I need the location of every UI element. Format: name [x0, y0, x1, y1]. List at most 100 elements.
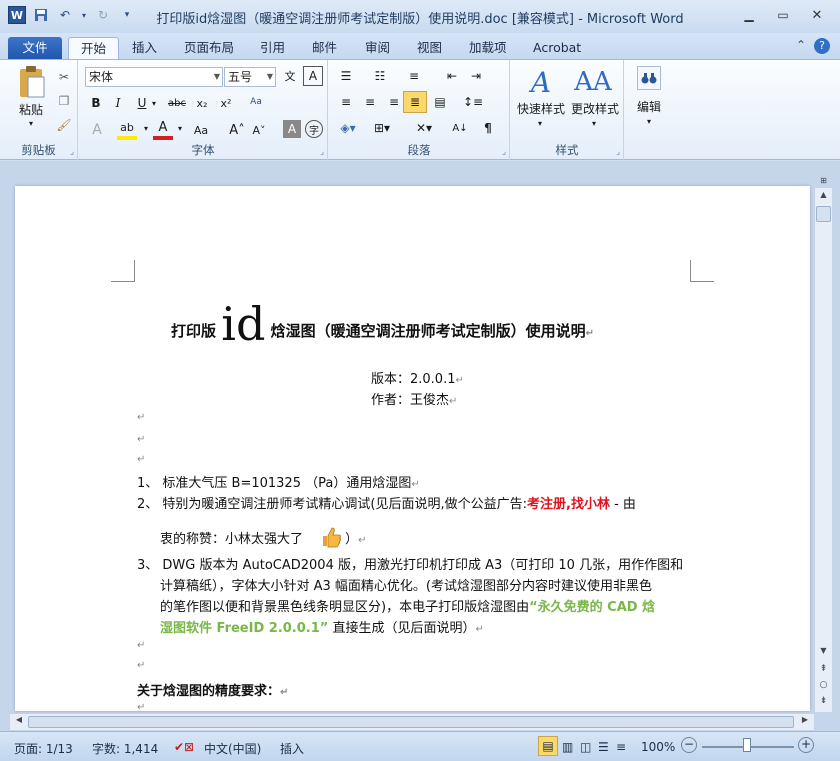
- zoom-level[interactable]: 100%: [641, 740, 675, 754]
- tab-insert[interactable]: 插入: [120, 37, 169, 60]
- minimize-ribbon-icon[interactable]: ⌃: [796, 38, 806, 54]
- font-name-combo[interactable]: 宋体 ▼: [85, 67, 223, 87]
- align-left-icon[interactable]: ≡: [335, 92, 357, 112]
- paste-label[interactable]: 粘贴: [14, 101, 48, 117]
- scroll-down-icon[interactable]: ▼: [816, 646, 831, 660]
- paragraph-launcher-icon[interactable]: ⌟: [502, 147, 506, 156]
- next-page-icon[interactable]: ⇟: [816, 696, 831, 710]
- grow-font-icon[interactable]: A˄: [227, 120, 247, 140]
- tab-review[interactable]: 审阅: [353, 37, 402, 60]
- vertical-scrollbar[interactable]: ⊞ ▲ ▼ ⇞ ○ ⇟: [814, 176, 832, 712]
- zoom-out-icon[interactable]: −: [681, 737, 697, 753]
- document-page[interactable]: 打印版 id 焓湿图（暖通空调注册师考试定制版）使用说明↵ 版本：2.0.0.1…: [15, 186, 810, 711]
- web-layout-icon[interactable]: ◫: [580, 740, 591, 754]
- format-painter-icon[interactable]: 🖌: [55, 116, 73, 134]
- change-case-icon[interactable]: Aa: [189, 120, 213, 140]
- subscript-icon[interactable]: x₂: [193, 94, 211, 112]
- borders-icon[interactable]: ⊞▾: [369, 118, 395, 138]
- clear-formatting-icon[interactable]: Aa: [245, 92, 267, 112]
- character-border-icon[interactable]: A: [303, 66, 323, 86]
- editing-label[interactable]: 编辑: [627, 98, 671, 114]
- clipboard-launcher-icon[interactable]: ⌟: [70, 147, 74, 156]
- character-shading-icon[interactable]: A: [283, 120, 301, 138]
- page-count[interactable]: 页面: 1/13: [14, 740, 73, 757]
- sort-icon[interactable]: A↓: [449, 118, 471, 138]
- tab-page-layout[interactable]: 页面布局: [172, 37, 246, 60]
- ruler-toggle-icon[interactable]: ⊞: [817, 176, 830, 187]
- scroll-up-icon[interactable]: ▲: [816, 190, 831, 204]
- change-styles-dropdown-icon[interactable]: ▾: [587, 118, 601, 128]
- justify-icon[interactable]: ≣: [403, 91, 427, 113]
- minimize-icon[interactable]: ▁: [734, 6, 764, 24]
- line-spacing-icon[interactable]: ↕≡: [461, 92, 485, 112]
- shrink-font-icon[interactable]: A˅: [249, 120, 269, 140]
- bullets-icon[interactable]: ☰: [335, 66, 357, 86]
- language-indicator[interactable]: 中文(中国): [204, 740, 261, 757]
- tab-home[interactable]: 开始: [68, 37, 120, 60]
- draft-icon[interactable]: ≡: [616, 740, 626, 754]
- align-center-icon[interactable]: ≡: [359, 92, 381, 112]
- outline-icon[interactable]: ☰: [598, 740, 609, 754]
- bold-icon[interactable]: B: [87, 94, 105, 112]
- font-color-dropdown-icon[interactable]: ▾: [175, 118, 185, 138]
- underline-dropdown-icon[interactable]: ▾: [149, 94, 159, 112]
- paste-icon[interactable]: [14, 65, 48, 99]
- superscript-icon[interactable]: x²: [217, 94, 235, 112]
- cut-icon[interactable]: ✂: [55, 68, 73, 86]
- help-icon[interactable]: ?: [814, 38, 830, 54]
- previous-page-icon[interactable]: ⇞: [816, 664, 831, 678]
- maximize-icon[interactable]: ▭: [768, 6, 798, 24]
- tab-acrobat[interactable]: Acrobat: [521, 37, 593, 60]
- word-count[interactable]: 字数: 1,414: [92, 740, 158, 757]
- chinese-layout-icon[interactable]: ✕▾: [411, 118, 437, 138]
- change-styles-icon[interactable]: AA: [574, 64, 612, 100]
- enclose-characters-icon[interactable]: 字: [305, 120, 323, 138]
- styles-launcher-icon[interactable]: ⌟: [616, 147, 620, 156]
- copy-icon[interactable]: ❐: [55, 92, 73, 110]
- insert-mode[interactable]: 插入: [280, 740, 304, 757]
- scroll-right-icon[interactable]: ▶: [798, 715, 812, 729]
- highlight-dropdown-icon[interactable]: ▾: [141, 118, 151, 138]
- italic-icon[interactable]: I: [109, 94, 127, 112]
- quick-styles-dropdown-icon[interactable]: ▾: [533, 118, 547, 128]
- tab-addins[interactable]: 加载项: [457, 37, 519, 60]
- align-right-icon[interactable]: ≡: [383, 92, 405, 112]
- font-size-combo[interactable]: 五号 ▼: [224, 67, 276, 87]
- close-icon[interactable]: ✕: [802, 6, 832, 24]
- tab-mailings[interactable]: 邮件: [300, 37, 349, 60]
- zoom-slider-thumb[interactable]: [743, 738, 751, 752]
- decrease-indent-icon[interactable]: ⇤: [441, 66, 463, 86]
- horizontal-scroll-thumb[interactable]: [28, 716, 794, 728]
- proofing-icon[interactable]: ✔⊠: [174, 740, 194, 754]
- chevron-down-icon[interactable]: ▼: [267, 68, 273, 86]
- font-color-icon[interactable]: A: [153, 118, 173, 140]
- distributed-icon[interactable]: ▤: [429, 92, 451, 112]
- show-marks-icon[interactable]: ¶: [477, 118, 499, 138]
- highlight-icon[interactable]: ab: [117, 118, 137, 140]
- tab-references[interactable]: 引用: [248, 37, 297, 60]
- paste-dropdown-icon[interactable]: ▾: [24, 118, 38, 128]
- full-screen-reading-icon[interactable]: ▥: [562, 740, 573, 754]
- scroll-left-icon[interactable]: ◀: [12, 715, 26, 729]
- increase-indent-icon[interactable]: ⇥: [465, 66, 487, 86]
- binoculars-icon[interactable]: [637, 66, 661, 90]
- scroll-thumb[interactable]: [816, 206, 831, 222]
- editing-dropdown-icon[interactable]: ▾: [642, 116, 656, 126]
- chevron-down-icon[interactable]: ▼: [214, 68, 220, 86]
- tab-file[interactable]: 文件: [8, 37, 62, 60]
- multilevel-list-icon[interactable]: ≡: [403, 66, 425, 86]
- text-effects-icon[interactable]: A: [87, 120, 107, 140]
- phonetic-guide-icon[interactable]: 文: [280, 66, 300, 86]
- horizontal-scrollbar[interactable]: ◀ ▶: [10, 713, 814, 730]
- font-launcher-icon[interactable]: ⌟: [320, 147, 324, 156]
- print-layout-icon[interactable]: ▤: [538, 736, 558, 756]
- change-styles-label[interactable]: 更改样式: [567, 100, 623, 116]
- numbering-icon[interactable]: ☷: [369, 66, 391, 86]
- shading-icon[interactable]: ◈▾: [335, 118, 361, 138]
- strikethrough-icon[interactable]: abc: [165, 94, 189, 112]
- browse-object-icon[interactable]: ○: [816, 680, 831, 694]
- quick-styles-icon[interactable]: A: [525, 64, 557, 100]
- zoom-in-icon[interactable]: +: [798, 737, 814, 753]
- tab-view[interactable]: 视图: [405, 37, 454, 60]
- quick-styles-label[interactable]: 快速样式: [513, 100, 569, 116]
